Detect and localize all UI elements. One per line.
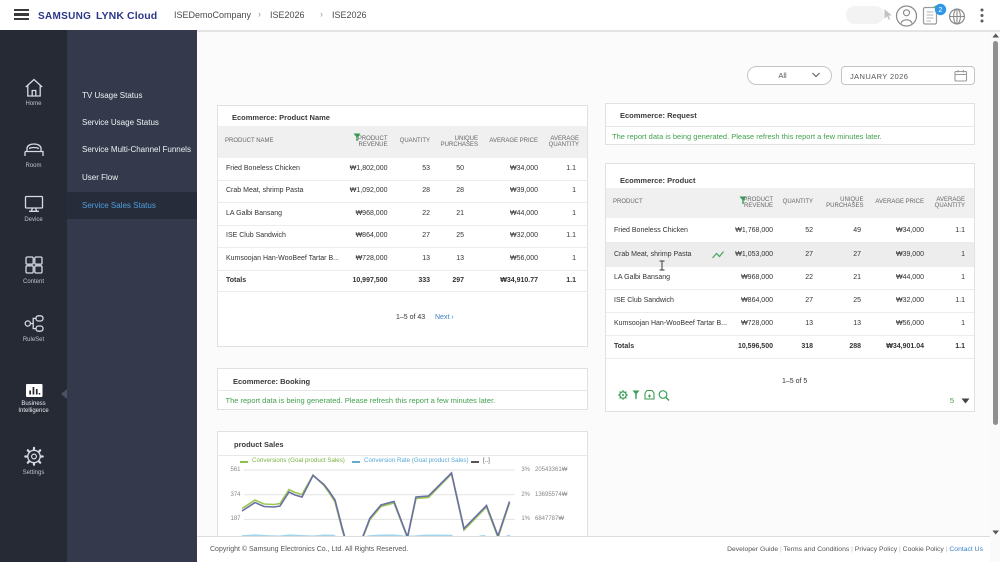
svg-text:2: 2 (938, 5, 942, 14)
